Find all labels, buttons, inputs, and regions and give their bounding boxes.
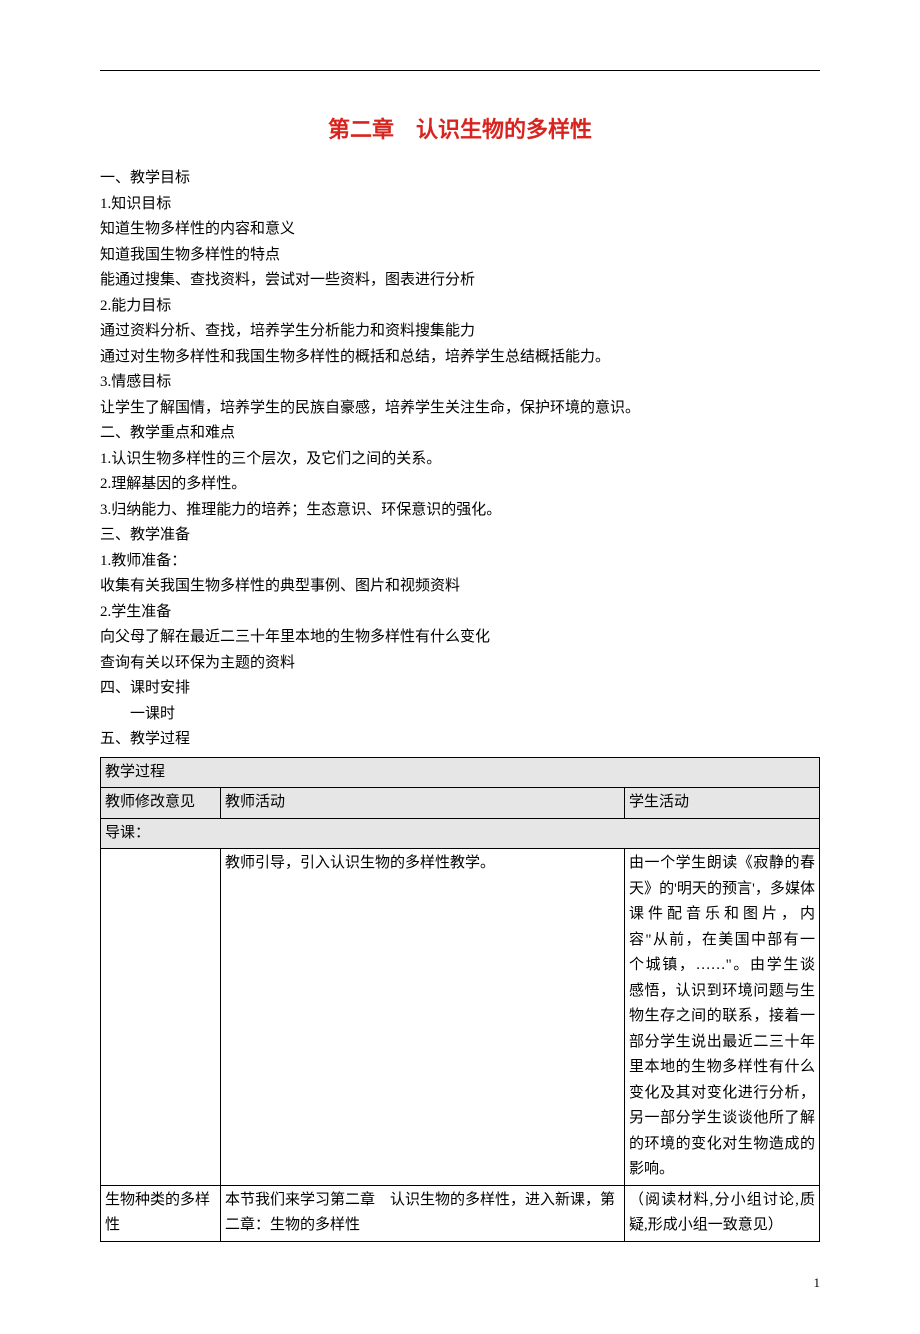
s1-1c: 能通过搜集、查找资料，尝试对一些资料，图表进行分析 (100, 268, 820, 294)
cell-student-1: 由一个学生朗读《寂静的春天》的'明天的预言'，多媒体课件配音乐和图片，内容"从前… (624, 849, 819, 1186)
s2-1: 1.认识生物多样性的三个层次，及它们之间的关系。 (100, 447, 820, 473)
table-row: 教师引导，引入认识生物的多样性教学。 由一个学生朗读《寂静的春天》的'明天的预言… (101, 849, 820, 1186)
body-text: 一、教学目标 1.知识目标 知道生物多样性的内容和意义 知道我国生物多样性的特点… (100, 166, 820, 753)
s3-2b: 查询有关以环保为主题的资料 (100, 651, 820, 677)
s1-2b: 通过对生物多样性和我国生物多样性的概括和总结，培养学生总结概括能力。 (100, 345, 820, 371)
s1-2: 2.能力目标 (100, 294, 820, 320)
table-row: 教师修改意见 教师活动 学生活动 (101, 788, 820, 819)
cell-comments-2: 生物种类的多样性 (101, 1185, 221, 1241)
s1-1b: 知道我国生物多样性的特点 (100, 243, 820, 269)
teaching-process-table: 教学过程 教师修改意见 教师活动 学生活动 导课： 教师引导，引入认识生物的多样… (100, 757, 820, 1242)
section-2-heading: 二、教学重点和难点 (100, 421, 820, 447)
page-number: 1 (100, 1272, 820, 1294)
s1-1a: 知道生物多样性的内容和意义 (100, 217, 820, 243)
intro-label: 导课： (101, 818, 820, 849)
table-row: 生物种类的多样性 本节我们来学习第二章 认识生物的多样性，进入新课，第二章：生物… (101, 1185, 820, 1241)
s1-3: 3.情感目标 (100, 370, 820, 396)
col-teacher-activity: 教师活动 (221, 788, 625, 819)
col-student-activity: 学生活动 (624, 788, 819, 819)
s3-2: 2.学生准备 (100, 600, 820, 626)
s3-2a: 向父母了解在最近二三十年里本地的生物多样性有什么变化 (100, 625, 820, 651)
cell-teacher-1: 教师引导，引入认识生物的多样性教学。 (221, 849, 625, 1186)
s2-2: 2.理解基因的多样性。 (100, 472, 820, 498)
s1-1: 1.知识目标 (100, 192, 820, 218)
section-4-heading: 四、课时安排 (100, 676, 820, 702)
s3-1: 1.教师准备： (100, 549, 820, 575)
col-teacher-comments: 教师修改意见 (101, 788, 221, 819)
section-1-heading: 一、教学目标 (100, 166, 820, 192)
s2-3: 3.归纳能力、推理能力的培养；生态意识、环保意识的强化。 (100, 498, 820, 524)
table-header-process: 教学过程 (101, 757, 820, 788)
chapter-title: 第二章 认识生物的多样性 (100, 111, 820, 148)
s1-3a: 让学生了解国情，培养学生的民族自豪感，培养学生关注生命，保护环境的意识。 (100, 396, 820, 422)
s4-1: 一课时 (100, 702, 820, 728)
top-rule (100, 70, 820, 71)
table-row: 导课： (101, 818, 820, 849)
section-5-heading: 五、教学过程 (100, 727, 820, 753)
s3-1a: 收集有关我国生物多样性的典型事例、图片和视频资料 (100, 574, 820, 600)
cell-student-2: （阅读材料,分小组讨论,质疑,形成小组一致意见） (624, 1185, 819, 1241)
section-3-heading: 三、教学准备 (100, 523, 820, 549)
cell-teacher-2: 本节我们来学习第二章 认识生物的多样性，进入新课，第二章：生物的多样性 (221, 1185, 625, 1241)
cell-comments-1 (101, 849, 221, 1186)
table-row: 教学过程 (101, 757, 820, 788)
s1-2a: 通过资料分析、查找，培养学生分析能力和资料搜集能力 (100, 319, 820, 345)
